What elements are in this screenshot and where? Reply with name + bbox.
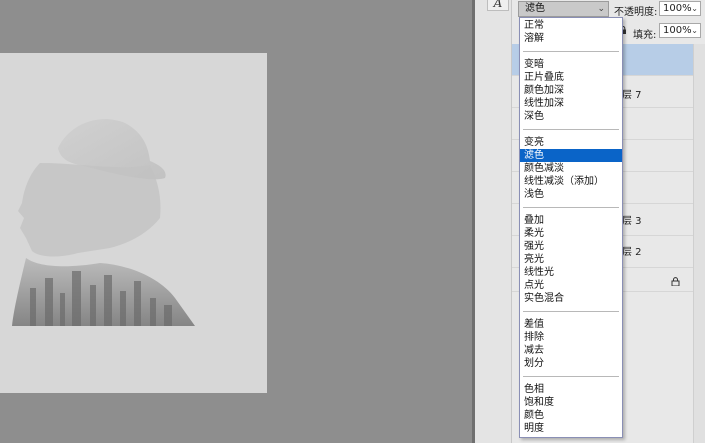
blend-mode-option[interactable]: 颜色	[520, 409, 622, 422]
blend-mode-option[interactable]: 变亮	[520, 136, 622, 149]
menu-separator	[523, 376, 619, 377]
blend-mode-option[interactable]: 差值	[520, 318, 622, 331]
blend-mode-option[interactable]: 线性光	[520, 266, 622, 279]
menu-separator	[523, 311, 619, 312]
blend-mode-option[interactable]: 亮光	[520, 253, 622, 266]
fill-value: 100%	[663, 25, 692, 36]
blend-mode-option[interactable]: 溶解	[520, 32, 622, 45]
blend-mode-option[interactable]: 饱和度	[520, 396, 622, 409]
chevron-down-icon: ⌄	[691, 4, 698, 13]
blend-mode-option[interactable]: 实色混合	[520, 292, 622, 305]
blend-mode-option[interactable]: 颜色加深	[520, 84, 622, 97]
menu-separator	[523, 129, 619, 130]
blend-mode-option[interactable]: 浅色	[520, 188, 622, 201]
double-exposure-image	[12, 119, 195, 326]
blend-mode-option[interactable]: 叠加	[520, 214, 622, 227]
document-canvas[interactable]	[0, 53, 267, 393]
blend-mode-option[interactable]: 柔光	[520, 227, 622, 240]
blend-mode-option[interactable]: 排除	[520, 331, 622, 344]
opacity-label: 不透明度:	[614, 7, 658, 18]
blend-mode-option[interactable]: 正片叠底	[520, 71, 622, 84]
blend-mode-option[interactable]: 色相	[520, 383, 622, 396]
blend-mode-option[interactable]: 强光	[520, 240, 622, 253]
blend-mode-option[interactable]: 变暗	[520, 58, 622, 71]
layer-lock-icon	[671, 277, 680, 286]
type-tool-glyph: A	[493, 0, 503, 10]
chevron-down-icon: ⌄	[597, 4, 605, 14]
canvas-workspace[interactable]	[0, 0, 472, 443]
blend-mode-option[interactable]: 减去	[520, 344, 622, 357]
opacity-value: 100%	[663, 3, 692, 14]
chevron-down-icon: ⌄	[691, 26, 698, 35]
panel-dock-strip: A	[475, 0, 512, 443]
blend-mode-option[interactable]: 点光	[520, 279, 622, 292]
blend-mode-option[interactable]: 划分	[520, 357, 622, 370]
blend-mode-option[interactable]: 颜色减淡	[520, 162, 622, 175]
blend-mode-option[interactable]: 深色	[520, 110, 622, 123]
layer-name: 层 7	[622, 90, 642, 101]
layer-name: 层 2	[622, 247, 642, 258]
layers-scrollbar[interactable]	[693, 44, 705, 443]
opacity-field[interactable]: 100% ⌄	[659, 1, 701, 16]
blend-mode-option[interactable]: 滤色	[520, 149, 622, 162]
blend-mode-option[interactable]: 线性减淡（添加）	[520, 175, 622, 188]
menu-separator	[523, 51, 619, 52]
blend-mode-value: 滤色	[525, 3, 545, 14]
blend-mode-option[interactable]: 正常	[520, 19, 622, 32]
blend-mode-select[interactable]: 滤色 ⌄	[518, 1, 609, 17]
type-tool-icon[interactable]: A	[487, 0, 509, 11]
fill-label: 填充:	[633, 30, 657, 41]
layer-name: 层 3	[622, 216, 642, 227]
menu-separator	[523, 207, 619, 208]
blend-mode-menu[interactable]: 正常 溶解变暗 正片叠底 颜色加深 线性加深 深色变亮 滤色 颜色减淡 线性减淡（添加） 浅色叠加…	[519, 17, 623, 438]
fill-field[interactable]: 100% ⌄	[659, 23, 701, 38]
blend-mode-option[interactable]: 线性加深	[520, 97, 622, 110]
blend-mode-option[interactable]: 明度	[520, 422, 622, 435]
